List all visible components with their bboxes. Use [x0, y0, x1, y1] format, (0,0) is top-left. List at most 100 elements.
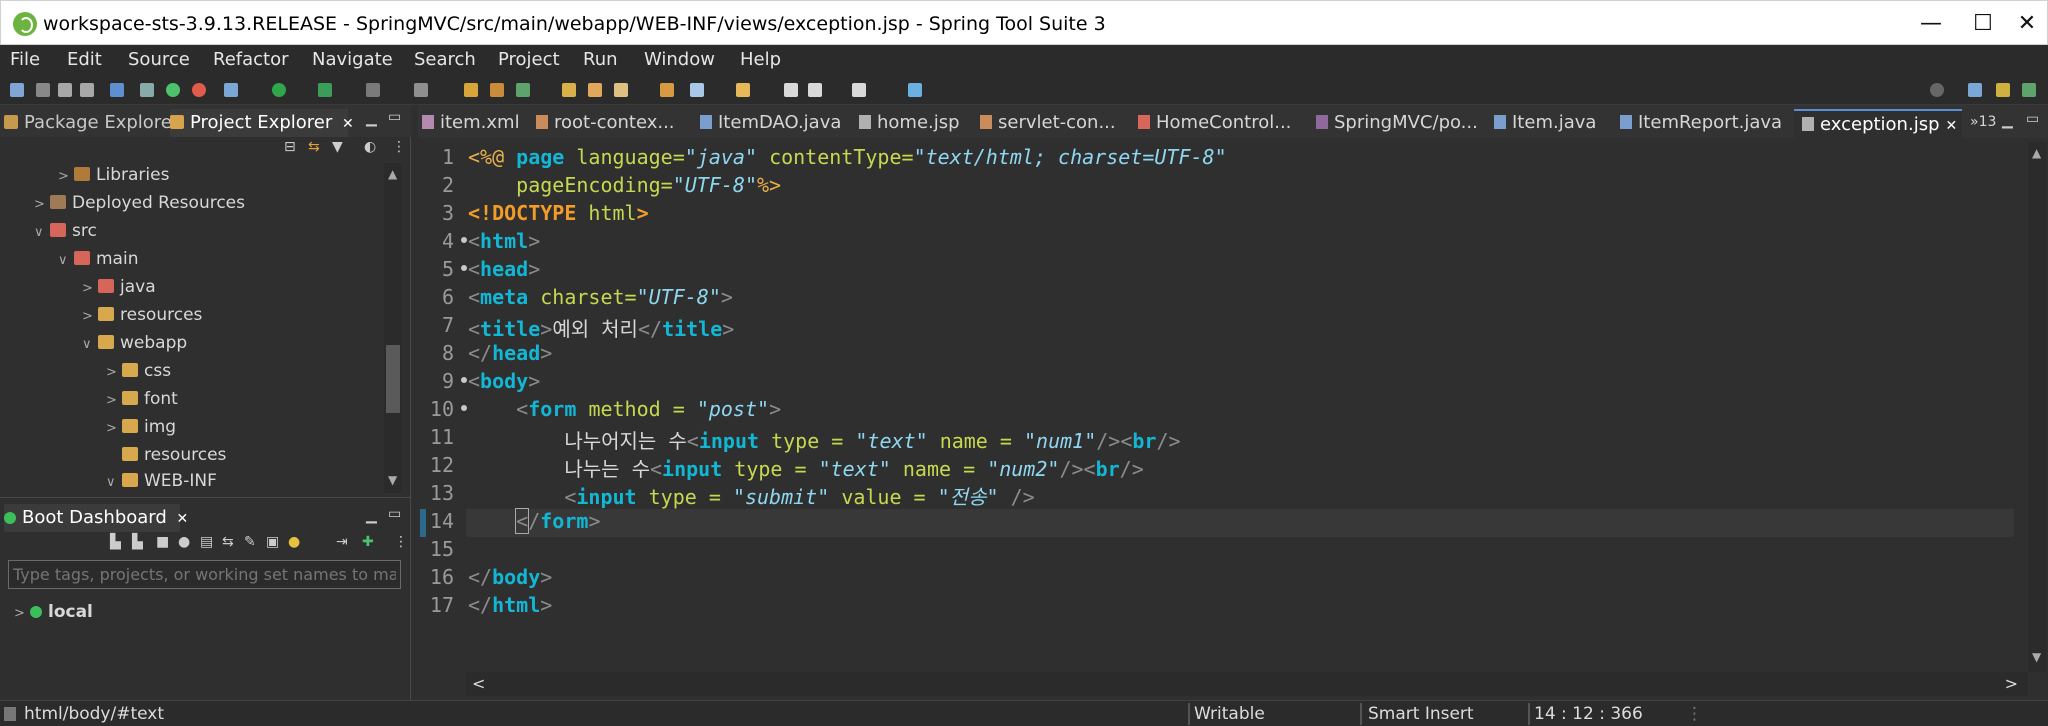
- expose-icon[interactable]: ⇥: [336, 534, 348, 550]
- maximize-editor-icon[interactable]: ▭: [2026, 111, 2039, 127]
- dashboard-icon[interactable]: [192, 83, 206, 97]
- minimize-pane-icon[interactable]: ▁: [366, 508, 377, 524]
- close-tab-icon[interactable]: ✕: [1946, 118, 1958, 134]
- skip-breakpoints-icon[interactable]: [140, 83, 154, 97]
- chevron-right-icon[interactable]: >: [14, 606, 30, 621]
- tab-overflow-button[interactable]: »13: [1970, 111, 1996, 140]
- explorer-scrollbar[interactable]: ▲ ▼: [384, 163, 402, 493]
- chevron-right-icon[interactable]: >: [82, 309, 98, 324]
- menu-project[interactable]: Project: [498, 49, 560, 70]
- scroll-left-icon[interactable]: <: [472, 674, 485, 693]
- add-icon[interactable]: ✚: [362, 534, 374, 550]
- scrollbar-thumb[interactable]: [386, 345, 400, 413]
- tree-item-deployed-resources[interactable]: > Deployed Resources: [34, 193, 245, 217]
- tab-exception-jsp[interactable]: exception.jsp ✕: [1794, 109, 1962, 138]
- menu-run[interactable]: Run: [583, 49, 618, 70]
- minimize-pane-icon[interactable]: ▁: [366, 111, 377, 127]
- tab-package-explorer[interactable]: Package Explorer: [4, 109, 179, 137]
- stop-icon[interactable]: [366, 83, 380, 97]
- chevron-right-icon[interactable]: >: [106, 393, 122, 408]
- scroll-up-icon[interactable]: ▲: [2032, 146, 2041, 160]
- chevron-down-icon[interactable]: ∨: [106, 475, 122, 490]
- boot-icon[interactable]: [166, 83, 180, 97]
- open-browser-icon[interactable]: ●: [178, 534, 190, 550]
- maximize-button[interactable]: ☐: [1961, 1, 2005, 46]
- menu-file[interactable]: File: [10, 49, 40, 70]
- chevron-down-icon[interactable]: ∨: [82, 337, 98, 352]
- view-menu-icon[interactable]: ⋮: [392, 139, 406, 155]
- tree-item-main[interactable]: ∨ main: [58, 249, 138, 273]
- terminal-icon[interactable]: [110, 83, 124, 97]
- tree-item-web-inf[interactable]: ∨ WEB-INF: [106, 471, 217, 493]
- stop-icon[interactable]: ■: [156, 534, 169, 550]
- menu-window[interactable]: Window: [644, 49, 715, 70]
- filter-icon[interactable]: ▼: [332, 139, 343, 155]
- java-ee-perspective-icon[interactable]: [1996, 83, 2010, 97]
- editor-vertical-scrollbar[interactable]: ▲ ▼: [2028, 142, 2046, 672]
- tab-root-context[interactable]: root-contex...: [536, 109, 675, 138]
- chevron-down-icon[interactable]: ∨: [34, 225, 50, 240]
- maximize-pane-icon[interactable]: ▭: [388, 506, 401, 522]
- console-icon[interactable]: ▤: [200, 534, 213, 550]
- debug-icon[interactable]: [224, 83, 238, 97]
- dropdown-icon[interactable]: [36, 83, 50, 97]
- tree-item-css[interactable]: > css: [106, 361, 171, 385]
- minimize-button[interactable]: —: [1901, 1, 1961, 46]
- link-icon[interactable]: ⇆: [222, 534, 234, 550]
- save-all-icon[interactable]: [80, 83, 94, 97]
- tab-boot-dashboard[interactable]: Boot Dashboard ✕: [4, 504, 188, 532]
- debug-icon[interactable]: ▙: [132, 534, 143, 550]
- scroll-right-icon[interactable]: >: [2005, 674, 2018, 693]
- refresh-icon[interactable]: [516, 83, 530, 97]
- chevron-right-icon[interactable]: >: [106, 421, 122, 436]
- tree-item-font[interactable]: > font: [106, 389, 178, 413]
- menu-source[interactable]: Source: [128, 49, 190, 70]
- open-type-icon[interactable]: [414, 83, 428, 97]
- tree-item-local[interactable]: > local: [14, 602, 93, 626]
- annotation-icon[interactable]: [690, 83, 704, 97]
- tab-item-xml[interactable]: item.xml: [422, 109, 520, 138]
- search-toolbar-icon[interactable]: [736, 83, 750, 97]
- boot-filter-input[interactable]: [8, 560, 401, 589]
- tab-project-explorer[interactable]: Project Explorer ✕: [170, 109, 354, 137]
- scroll-up-icon[interactable]: ▲: [388, 167, 397, 181]
- tree-item-resources-webapp[interactable]: resources: [106, 445, 226, 469]
- link-with-editor-icon[interactable]: ⇆: [308, 139, 320, 155]
- view-menu-icon[interactable]: ⋮: [394, 534, 408, 550]
- tree-item-img[interactable]: > img: [106, 417, 176, 441]
- tree-item-java[interactable]: > java: [82, 277, 156, 301]
- chevron-right-icon[interactable]: >: [82, 281, 98, 296]
- search-icon[interactable]: [1930, 83, 1944, 97]
- tree-item-resources[interactable]: > resources: [82, 305, 202, 329]
- menu-search[interactable]: Search: [414, 49, 476, 70]
- run-icon[interactable]: [272, 83, 286, 97]
- pencil-icon[interactable]: [614, 83, 628, 97]
- start-icon[interactable]: ▙: [110, 534, 121, 550]
- tab-itemdao-java[interactable]: ItemDAO.java: [700, 109, 841, 138]
- maximize-pane-icon[interactable]: ▭: [388, 109, 401, 125]
- chevron-right-icon[interactable]: >: [58, 169, 74, 184]
- new-package-icon[interactable]: [490, 83, 504, 97]
- tab-springmvc-pom[interactable]: SpringMVC/po...: [1316, 109, 1478, 138]
- pin-editor-icon[interactable]: [908, 83, 922, 97]
- tree-item-libraries[interactable]: > Libraries: [58, 165, 169, 189]
- save-icon[interactable]: [58, 83, 72, 97]
- scroll-down-icon[interactable]: ▼: [388, 473, 397, 487]
- properties-icon[interactable]: ▣: [266, 534, 279, 550]
- tree-item-src[interactable]: ∨ src: [34, 221, 97, 245]
- code-editor[interactable]: <%@ page language="java" contentType="te…: [466, 142, 2028, 672]
- new-class-icon[interactable]: [464, 83, 478, 97]
- spring-perspective-icon[interactable]: [2022, 83, 2036, 97]
- close-tab-icon[interactable]: ✕: [177, 511, 189, 527]
- task-icon[interactable]: [660, 83, 674, 97]
- editor-horizontal-scrollbar[interactable]: < >: [466, 672, 2028, 696]
- back-icon[interactable]: [808, 83, 822, 97]
- open-folder-icon[interactable]: [562, 83, 576, 97]
- menu-refactor[interactable]: Refactor: [213, 49, 289, 70]
- external-tools-icon[interactable]: [318, 83, 332, 97]
- collapse-all-icon[interactable]: ⊟: [284, 139, 296, 155]
- menu-navigate[interactable]: Navigate: [312, 49, 393, 70]
- tree-item-webapp[interactable]: ∨ webapp: [82, 333, 187, 357]
- tab-servlet-context[interactable]: servlet-con...: [980, 109, 1116, 138]
- new-icon[interactable]: [10, 83, 24, 97]
